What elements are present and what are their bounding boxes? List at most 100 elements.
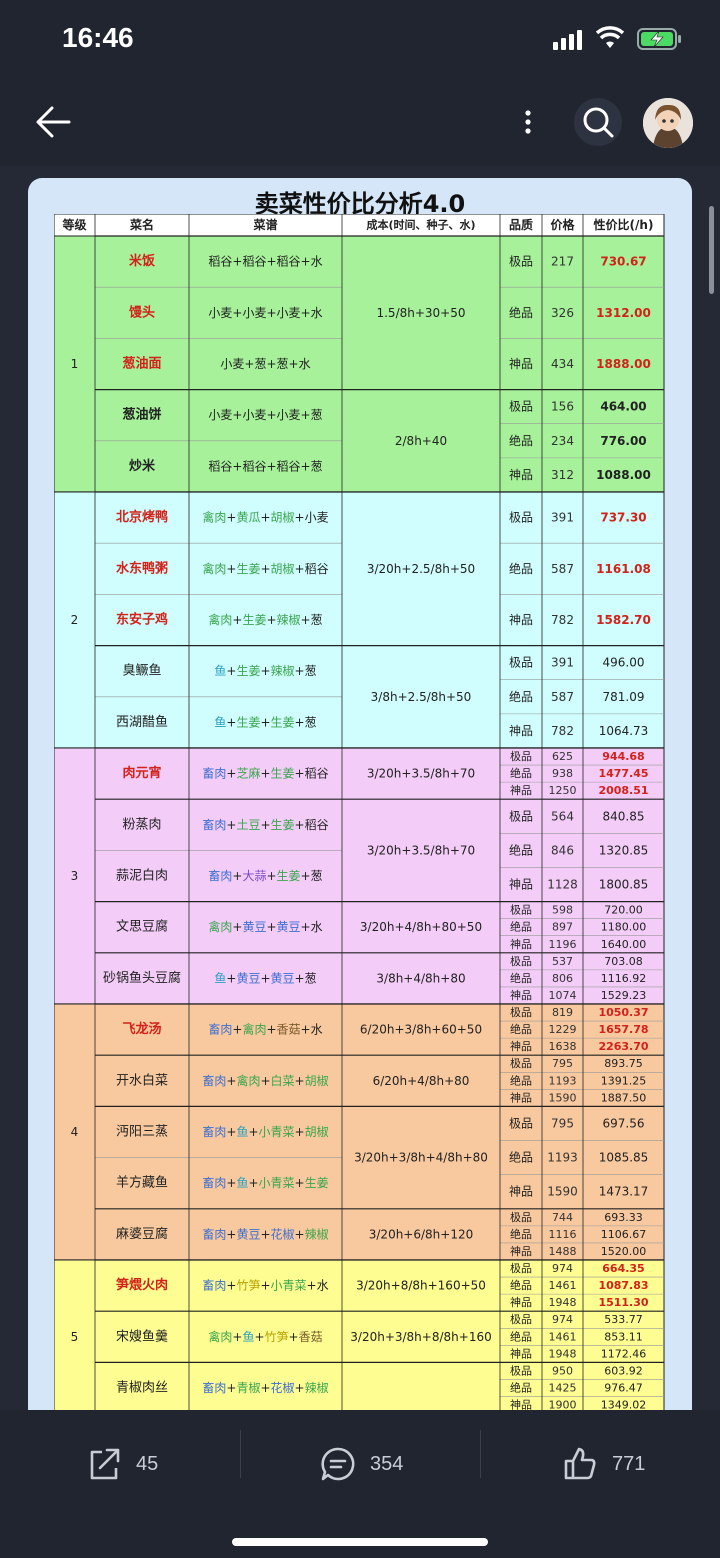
- value-cell: 1172.46: [601, 1347, 647, 1360]
- price-cell: 1116: [549, 1228, 577, 1241]
- price-cell: 434: [551, 357, 574, 371]
- header-cell: 价格: [550, 217, 575, 232]
- price-cell: 1196: [549, 938, 577, 951]
- quality-cell: 神品: [510, 1346, 532, 1360]
- status-time: 16:46: [62, 22, 134, 53]
- price-cell: 782: [551, 724, 574, 738]
- recipe-cell: 畜肉+黄豆+花椒+辣椒: [202, 1226, 328, 1241]
- quality-cell: 绝品: [510, 1329, 532, 1343]
- recipe-cell: 禽肉+生姜+胡椒+稻谷: [202, 561, 328, 576]
- home-indicator[interactable]: [232, 1538, 488, 1546]
- price-cell: 1590: [549, 1091, 577, 1104]
- price-cell: 217: [551, 255, 574, 269]
- price-cell: 1900: [549, 1399, 577, 1410]
- like-button[interactable]: 771: [562, 1440, 645, 1488]
- recipe-cell: 稻谷+稻谷+稻谷+水: [208, 255, 322, 269]
- search-button[interactable]: [574, 98, 622, 146]
- value-cell: 737.30: [600, 511, 646, 525]
- price-cell: 974: [552, 1262, 573, 1275]
- post-content[interactable]: 卖菜性价比分析4.0 等级 菜名 菜谱 成本(时间、种子、水) 品质 价格 性价比(/h) 1…: [0, 166, 720, 1410]
- cellular-signal-icon: [553, 30, 582, 50]
- recipe-cell: 小麦+小麦+小麦+水: [208, 306, 322, 320]
- cost-cell: 6/20h+4/8h+80: [373, 1074, 470, 1088]
- wifi-icon: [596, 26, 624, 48]
- recipe-cell: 禽肉+黄瓜+胡椒+小麦: [202, 510, 328, 525]
- quality-cell: 神品: [509, 613, 533, 627]
- quality-cell: 神品: [510, 937, 532, 951]
- cost-cell: 3/20h+4/8h+80+50: [360, 920, 482, 934]
- dish-name: 葱油面: [122, 356, 161, 372]
- quality-cell: 极品: [510, 1261, 532, 1275]
- price-cell: 1461: [549, 1330, 577, 1343]
- quality-cell: 极品: [510, 1363, 532, 1377]
- share-button[interactable]: 45: [86, 1440, 158, 1488]
- price-cell: 1948: [549, 1296, 577, 1309]
- quality-cell: 神品: [510, 783, 532, 797]
- value-cell: 603.92: [604, 1364, 643, 1377]
- price-cell: 326: [551, 306, 574, 320]
- recipe-cell: 畜肉+芝麻+生姜+稻谷: [202, 766, 328, 781]
- dish-name: 笋煨火肉: [116, 1277, 168, 1293]
- price-cell: 938: [552, 767, 573, 780]
- value-cell: 1640.00: [601, 938, 647, 951]
- value-cell: 1887.50: [601, 1091, 647, 1104]
- comment-button[interactable]: 354: [320, 1440, 403, 1488]
- quality-cell: 绝品: [510, 1022, 532, 1036]
- price-cell: 1128: [547, 878, 578, 892]
- value-cell: 1088.00: [596, 468, 651, 482]
- value-cell: 1064.73: [599, 724, 649, 738]
- back-arrow-icon[interactable]: [34, 104, 72, 140]
- price-cell: 1638: [549, 1040, 577, 1053]
- quality-cell: 绝品: [510, 971, 532, 985]
- bottom-action-bar: 45 354 771: [0, 1410, 720, 1558]
- dish-name: 肉元宵: [122, 765, 161, 781]
- price-cell: 1250: [549, 784, 577, 797]
- quality-cell: 极品: [509, 1116, 533, 1130]
- user-avatar[interactable]: [643, 98, 693, 148]
- value-cell: 1477.45: [598, 767, 648, 780]
- quality-cell: 神品: [510, 1295, 532, 1309]
- avatar-image: [643, 98, 693, 148]
- price-cell: 598: [552, 904, 573, 917]
- price-cell: 1229: [549, 1023, 577, 1036]
- dish-name: 羊方藏鱼: [116, 1175, 168, 1191]
- value-cell: 1106.67: [601, 1228, 647, 1241]
- price-cell: 391: [551, 511, 574, 525]
- scrollbar[interactable]: [709, 206, 714, 294]
- value-cell: 1473.17: [599, 1185, 649, 1199]
- value-cell: 1349.02: [601, 1399, 647, 1410]
- value-cell: 1312.00: [596, 306, 651, 320]
- dish-name: 炒米: [129, 458, 156, 474]
- price-cell: 587: [551, 562, 574, 576]
- recipe-cell: 鱼+生姜+生姜+葱: [214, 715, 316, 729]
- price-cell: 846: [551, 843, 574, 857]
- tier-level: 4: [71, 1125, 79, 1139]
- price-cell: 391: [551, 656, 574, 670]
- recipe-cell: 畜肉+青椒+花椒+辣椒: [202, 1380, 328, 1395]
- header-cell: 菜谱: [252, 217, 277, 232]
- cost-cell: 3/20h+3/8h+4/8h+80: [354, 1151, 488, 1165]
- cost-cell: 2/8h+40: [395, 434, 447, 448]
- cost-cell: 1.5/8h+30+50: [376, 306, 465, 320]
- price-cell: 537: [552, 955, 573, 968]
- value-cell: 1520.00: [601, 1245, 647, 1258]
- quality-cell: 神品: [509, 357, 533, 371]
- dish-name: 飞龙汤: [122, 1021, 161, 1037]
- dish-name: 水东鸭粥: [116, 560, 168, 576]
- quality-cell: 神品: [509, 724, 533, 738]
- quality-cell: 极品: [509, 511, 533, 525]
- cost-cell: 6/20h+3/8h+60+50: [360, 1023, 482, 1037]
- value-cell: 1085.85: [599, 1151, 649, 1165]
- quality-cell: 绝品: [510, 1073, 532, 1087]
- price-cell: 795: [551, 1116, 574, 1130]
- more-vertical-icon[interactable]: [520, 108, 536, 138]
- value-cell: 1180.00: [601, 921, 647, 934]
- quality-cell: 神品: [510, 1090, 532, 1104]
- spreadsheet-image: 卖菜性价比分析4.0 等级 菜名 菜谱 成本(时间、种子、水) 品质 价格 性价比(/h) 1…: [28, 178, 692, 1410]
- quality-cell: 绝品: [510, 1381, 532, 1395]
- value-cell: 840.85: [603, 809, 645, 823]
- recipe-cell: 稻谷+稻谷+稻谷+葱: [208, 459, 322, 473]
- recipe-cell: 禽肉+黄豆+黄豆+水: [208, 919, 322, 934]
- cost-cell: 3/20h+3/8h+8/8h+160: [350, 1330, 491, 1344]
- divider: [240, 1430, 241, 1478]
